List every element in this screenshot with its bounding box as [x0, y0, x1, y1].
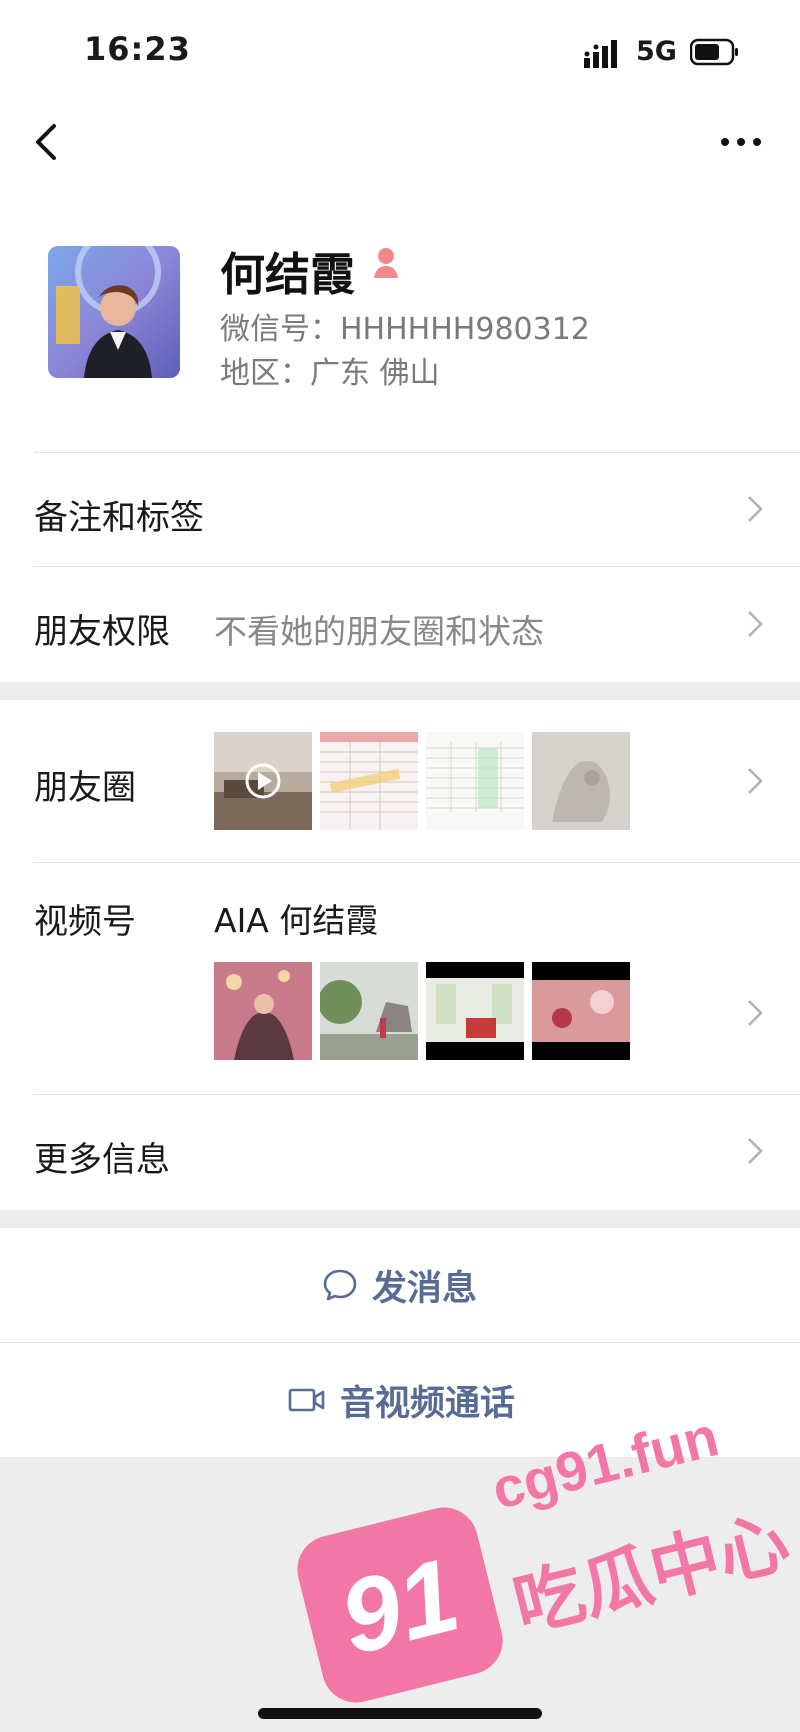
video-call-content: 音视频通话 [288, 1343, 515, 1457]
channels-label: 视频号 [34, 902, 136, 942]
battery-icon [690, 38, 738, 66]
chevron-right-icon [748, 1000, 763, 1026]
moments-row[interactable]: 朋友圈 [0, 700, 800, 862]
send-message-label: 发消息 [372, 1268, 478, 1309]
remarks-tags-row[interactable]: 备注和标签 [0, 452, 800, 566]
friend-permissions-row[interactable]: 朋友权限 不看她的朋友圈和状态 [0, 566, 800, 682]
divider [34, 452, 800, 453]
moments-thumb-table-2 [426, 732, 524, 830]
video-call-label: 音视频通话 [340, 1383, 516, 1424]
moments-thumb-table-1 [320, 732, 418, 830]
status-time: 16:23 [84, 30, 191, 68]
nav-bar [0, 96, 800, 190]
moments-thumb-video [214, 732, 312, 830]
network-type: 5G [636, 36, 677, 67]
more-dots-icon[interactable] [716, 122, 766, 162]
back-chevron-icon[interactable] [30, 118, 70, 166]
wechat-id: 微信号：HHHHHH980312 [220, 312, 590, 347]
divider [34, 566, 800, 567]
divider [34, 1094, 800, 1095]
chevron-right-icon [748, 768, 763, 794]
more-info-label: 更多信息 [34, 1140, 170, 1180]
video-camera-icon [288, 1388, 325, 1412]
profile-name: 何结霞 [220, 248, 356, 301]
permissions-value: 不看她的朋友圈和状态 [214, 612, 544, 651]
status-bar: 16:23 5G [0, 0, 800, 96]
remarks-label: 备注和标签 [34, 498, 204, 538]
channels-thumb-1 [214, 962, 312, 1060]
channels-name: AIA 何结霞 [214, 901, 379, 940]
channels-thumb-2 [320, 962, 418, 1060]
home-indicator [258, 1708, 542, 1719]
chevron-right-icon [748, 611, 763, 637]
channels-row[interactable]: 视频号 AIA 何结霞 [0, 862, 800, 1094]
send-message-button[interactable]: 发消息 [0, 1228, 800, 1342]
permissions-label: 朋友权限 [34, 612, 170, 652]
chevron-right-icon [748, 1138, 763, 1164]
region: 地区：广东 佛山 [220, 356, 440, 391]
chevron-right-icon [748, 496, 763, 522]
channels-thumb-4 [532, 962, 630, 1060]
moments-label: 朋友圈 [34, 768, 136, 808]
divider [34, 862, 800, 863]
chat-bubble-icon [323, 1269, 357, 1301]
channels-thumb-3 [426, 962, 524, 1060]
female-icon [374, 248, 398, 278]
signal-icon [584, 40, 617, 68]
profile-header: 何结霞 微信号：HHHHHH980312 地区：广东 佛山 [0, 190, 800, 452]
avatar[interactable] [48, 246, 180, 378]
send-message-content: 发消息 [322, 1228, 477, 1342]
more-info-row[interactable]: 更多信息 [0, 1094, 800, 1210]
moments-thumb-hand [532, 732, 630, 830]
